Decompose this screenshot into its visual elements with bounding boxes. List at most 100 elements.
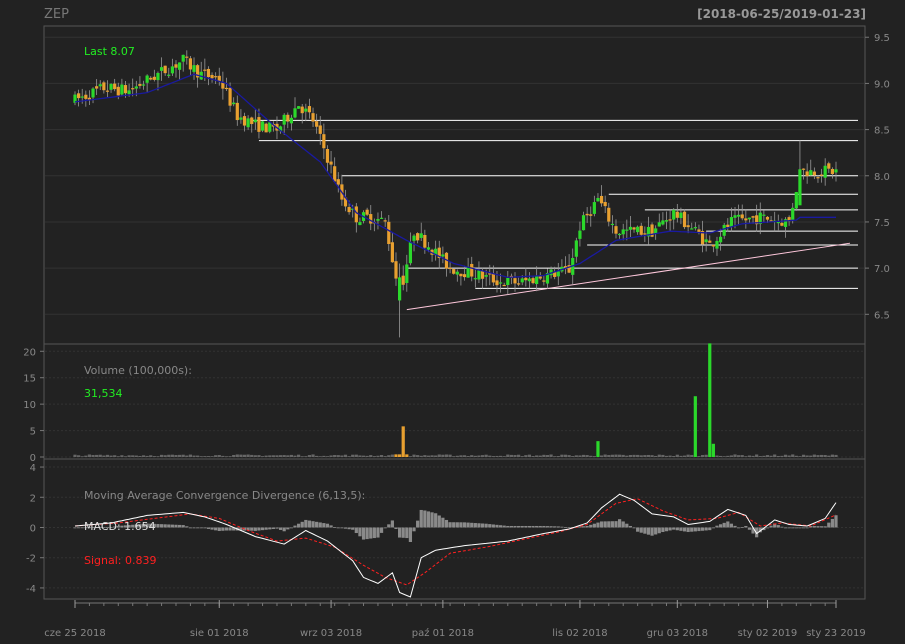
macd-histogram-bar [632, 527, 636, 529]
volume-bar [361, 455, 366, 457]
macd-title: Moving Average Convergence Divergence (6… [84, 489, 365, 502]
volume-bar [527, 454, 532, 457]
candle-body [607, 207, 611, 222]
candle-body [816, 177, 820, 179]
macd-histogram-bar [340, 527, 344, 529]
volume-bar [268, 455, 272, 457]
volume-bar [336, 455, 340, 457]
candle-body [289, 117, 293, 124]
volume-bar [318, 456, 322, 458]
volume-bar [639, 455, 643, 457]
macd-histogram-bar [726, 521, 730, 528]
candle-body [657, 222, 661, 227]
macd-histogram-bar [668, 527, 672, 531]
candle-body [311, 113, 315, 122]
macd-histogram-bar [466, 522, 470, 528]
volume-bar [333, 455, 337, 457]
macd-histogram-bar [729, 523, 734, 528]
volume-bar [722, 456, 726, 458]
volume-bar [116, 456, 120, 458]
macd-histogram-bar [318, 522, 322, 528]
macd-histogram-bar [740, 527, 744, 528]
candle-body [636, 226, 640, 233]
volume-bar [232, 454, 236, 457]
volume-bar [672, 455, 676, 457]
volume-bar [358, 455, 362, 457]
macd-histogram-bar [794, 527, 798, 529]
macd-histogram-bar [686, 527, 690, 533]
macd-histogram-bar [297, 523, 301, 528]
macd-histogram-bar [520, 525, 524, 528]
candle-body [412, 235, 416, 241]
macd-histogram-bar [437, 515, 441, 528]
candle-body [152, 76, 156, 80]
candle-body [268, 122, 272, 132]
volume-bar [715, 455, 719, 457]
macd-histogram-bar [827, 522, 831, 528]
volume-bar [704, 454, 708, 457]
volume-bar [488, 455, 492, 457]
candle-body [592, 202, 596, 214]
volume-bar [690, 454, 694, 457]
candle-body [224, 87, 229, 90]
volume-bar [740, 455, 744, 457]
volume-bar [834, 454, 838, 457]
candle-body [827, 163, 831, 169]
candle-body [325, 149, 330, 163]
macd-histogram-bar [196, 527, 200, 529]
chart-canvas: ZEP [2018-06-25/2019-01-23] 6.5 7.0 7.5 8.0… [23, 7, 890, 639]
volume-bar [297, 454, 301, 457]
macd-histogram-bar [592, 523, 596, 528]
candle-body [113, 83, 117, 90]
candle-body [798, 169, 802, 206]
macd-histogram-bar [394, 527, 398, 529]
volume-bar [657, 454, 661, 457]
macd-histogram-bar [423, 510, 427, 528]
candle-body [228, 87, 232, 106]
macd-histogram-bar [257, 527, 261, 531]
volume-bar [830, 454, 834, 457]
price-panel [43, 25, 866, 345]
volume-bar [401, 426, 405, 457]
candle-body [639, 225, 643, 235]
macd-histogram-bar [387, 524, 391, 528]
volume-bar [491, 456, 495, 457]
candle-body [794, 192, 798, 209]
volume-bar [773, 454, 777, 457]
candle-body [210, 74, 214, 79]
macd-histogram-bar [304, 519, 308, 528]
volume-bar [138, 455, 142, 457]
candle-body [801, 168, 806, 170]
volume-bar [531, 456, 535, 457]
candle-body [462, 274, 467, 278]
candle-body [307, 106, 312, 113]
macd-histogram-bar [228, 527, 232, 531]
candle-body [585, 213, 589, 216]
volume-bar [679, 455, 683, 457]
candle-body [574, 240, 578, 257]
macd-histogram-bar [791, 527, 795, 529]
macd-histogram-bar [603, 521, 607, 528]
macd-histogram-bar [383, 527, 387, 529]
macd-layer [73, 493, 838, 598]
volume-bar [596, 441, 600, 457]
macd-ytick-label: -2 [26, 554, 36, 565]
volume-bar [390, 454, 394, 457]
volume-bar [343, 454, 348, 457]
candle-body [520, 278, 524, 283]
volume-bar [73, 454, 77, 457]
volume-bar [282, 455, 286, 457]
volume-bar [307, 455, 312, 457]
volume-bar [787, 455, 791, 457]
macd-histogram-bar [408, 527, 413, 542]
candle-body [632, 227, 636, 230]
macd-histogram-bar [708, 527, 712, 531]
candle-body [675, 211, 679, 218]
macd-histogram-bar [315, 521, 319, 528]
macd-histogram-bar [538, 525, 542, 528]
volume-bar [188, 454, 193, 457]
candle-body [80, 96, 84, 98]
candle-body [77, 93, 81, 99]
macd-histogram-bar [167, 524, 171, 528]
macd-histogram-bar [787, 527, 791, 529]
